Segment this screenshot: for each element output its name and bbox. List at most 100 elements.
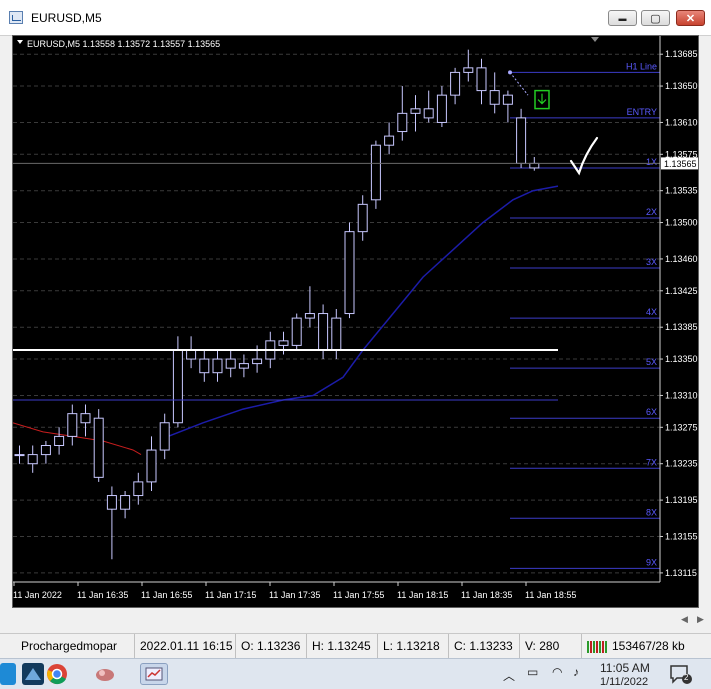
candle-body: [291, 317, 302, 346]
candle-body: [40, 445, 51, 456]
taskbar-date[interactable]: 1/11/2022: [600, 676, 648, 688]
price-label: 1.13155: [665, 532, 698, 542]
wifi-icon[interactable]: ◠: [552, 665, 562, 679]
price-label: 1.13115: [665, 568, 697, 578]
weather-app-icon[interactable]: [94, 663, 116, 685]
notification-icon: [670, 665, 692, 684]
title-bar: EURUSD,M5 ▬ ▢ ✕: [0, 0, 711, 36]
window-title: EURUSD,M5: [31, 11, 102, 25]
level-label: 2X: [646, 207, 657, 217]
candle-body: [344, 231, 355, 315]
close-button[interactable]: ✕: [676, 10, 705, 26]
candle-body: [133, 481, 144, 497]
price-label: 1.13425: [665, 286, 698, 296]
candle-body: [27, 454, 38, 465]
level-label: 5X: [646, 357, 657, 367]
price-label: 1.13235: [665, 459, 698, 469]
minimize-button[interactable]: ▬: [608, 10, 637, 26]
candle-body: [516, 117, 527, 164]
entry-arrow-icon: [537, 93, 547, 105]
price-label: 1.13535: [665, 186, 698, 196]
candle-body: [423, 108, 434, 119]
level-label: 7X: [646, 457, 657, 467]
candle-body: [186, 349, 197, 360]
time-label: 11 Jan 18:55: [525, 590, 576, 600]
time-label: 11 Jan 18:15: [397, 590, 448, 600]
price-label: 1.13350: [665, 354, 698, 364]
level-label: 3X: [646, 257, 657, 267]
chrome-icon[interactable]: [46, 663, 68, 685]
candle-body: [410, 108, 421, 114]
notification-count: 2: [684, 673, 689, 682]
chart-scroll-strip[interactable]: ◀ ▶: [0, 611, 711, 631]
candle-body: [304, 313, 315, 319]
level-label: 4X: [646, 307, 657, 317]
candle-body: [172, 349, 183, 424]
candle-body: [476, 67, 487, 92]
time-label: 11 Jan 17:15: [205, 590, 256, 600]
notification-button[interactable]: 2: [668, 663, 694, 685]
price-label: 1.13460: [665, 254, 698, 264]
price-label: 1.13310: [665, 390, 698, 400]
candle-body: [199, 358, 210, 374]
scroll-right-icon[interactable]: ▶: [697, 614, 704, 625]
price-label: 1.13500: [665, 218, 698, 228]
candle-body: [212, 358, 223, 374]
price-label: 1.13195: [665, 495, 698, 505]
price-label: 1.13275: [665, 422, 698, 432]
shift-marker-icon: [591, 37, 599, 42]
status-datetime: 2022.01.11 16:15: [134, 634, 235, 658]
status-volume: V: 280: [519, 634, 581, 658]
chart-menu-triangle-icon: [17, 40, 23, 44]
connection-bars-icon: [587, 641, 607, 654]
level-label: 9X: [646, 557, 657, 567]
candle-body: [463, 67, 474, 73]
status-profile: Prochargedmopar: [21, 639, 118, 653]
price-chart[interactable]: H1 Line ENTRY 1X 2X 3X 4X 5X 6X 7X 8X 9X 1.13685 1.…: [13, 36, 698, 607]
candle-body: [67, 413, 78, 437]
candle-body: [238, 363, 249, 369]
candle-body: [436, 94, 447, 123]
candle-body: [54, 435, 65, 446]
chart-header: EURUSD,M5 1.13558 1.13572 1.13557 1.1356…: [27, 39, 220, 49]
taskbar: ︿ ▭ ◠ ♪ 11:05 AM 1/11/2022 2: [0, 658, 711, 689]
price-label: 1.13385: [665, 322, 698, 332]
h1-anchor: [508, 70, 512, 75]
speaker-icon[interactable]: ♪: [573, 665, 579, 679]
maximize-button[interactable]: ▢: [641, 10, 670, 26]
minimize-icon: ▬: [618, 13, 627, 23]
app-icon[interactable]: [22, 663, 44, 685]
candle-body: [384, 135, 395, 146]
candle-body: [489, 90, 500, 105]
metatrader-taskbar-icon[interactable]: [140, 663, 168, 685]
tray-chevron-up-icon[interactable]: ︿: [503, 667, 515, 684]
status-bar: Prochargedmopar 2022.01.11 16:15 O: 1.13…: [0, 633, 711, 659]
taskbar-time[interactable]: 11:05 AM: [600, 661, 650, 675]
trend-pointer: [509, 72, 529, 96]
tray-app-icon[interactable]: ▭: [527, 665, 538, 679]
scroll-left-icon[interactable]: ◀: [681, 614, 688, 625]
status-close: C: 1.13233: [448, 634, 519, 658]
candle-body: [278, 340, 289, 346]
level-label: 6X: [646, 407, 657, 417]
candle-body: [397, 112, 408, 133]
candle-body: [529, 162, 540, 169]
chart-area[interactable]: H1 Line ENTRY 1X 2X 3X 4X 5X 6X 7X 8X 9X 1.13685 1.…: [12, 35, 699, 608]
candle-body: [502, 94, 513, 105]
candle-body: [146, 449, 157, 483]
candle-body: [159, 422, 170, 451]
price-label: 1.13610: [665, 117, 698, 127]
candle-body: [225, 358, 236, 369]
time-label: 11 Jan 16:35: [77, 590, 128, 600]
candle-body: [357, 203, 368, 233]
maximize-icon: ▢: [650, 12, 661, 25]
start-icon[interactable]: [0, 663, 16, 685]
time-label: 11 Jan 18:35: [461, 590, 512, 600]
candle-body: [120, 495, 131, 510]
candle-body: [370, 144, 381, 201]
status-low: L: 1.13218: [377, 634, 448, 658]
candle-body: [450, 71, 461, 96]
time-label: 11 Jan 16:55: [141, 590, 192, 600]
candle-body: [252, 358, 263, 365]
candle-body: [14, 454, 25, 457]
